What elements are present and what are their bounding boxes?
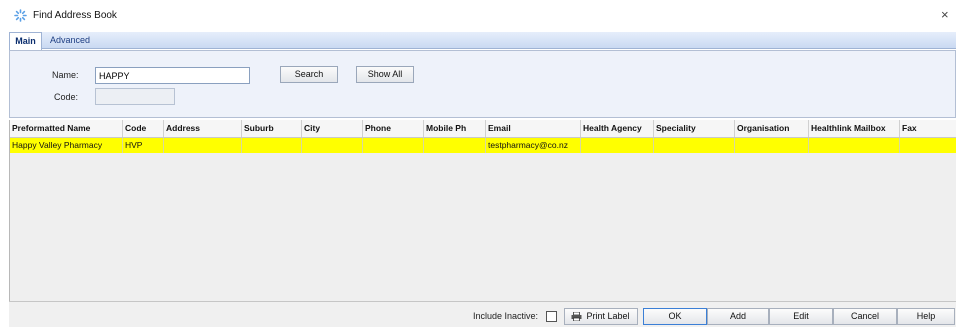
column-header[interactable]: Email [486, 120, 581, 137]
table-cell [900, 138, 956, 153]
tab-main[interactable]: Main [9, 32, 42, 50]
footer-bar: Include Inactive: Print Label OK Add Edi… [9, 301, 956, 327]
table-row[interactable]: Happy Valley Pharmacy HVP testpharmacy@c… [10, 138, 956, 153]
code-label: Code: [54, 92, 79, 102]
column-header[interactable]: Mobile Ph [424, 120, 486, 137]
show-all-button[interactable]: Show All [356, 66, 414, 83]
name-label: Name: [52, 70, 79, 80]
edit-button[interactable]: Edit [769, 308, 833, 325]
printer-icon [571, 312, 582, 321]
add-button[interactable]: Add [707, 308, 769, 325]
results-table: Preformatted Name Code Address Suburb Ci… [9, 120, 956, 301]
code-input[interactable] [95, 88, 175, 105]
close-icon[interactable]: × [941, 8, 949, 21]
window-title: Find Address Book [33, 10, 117, 21]
tab-advanced[interactable]: Advanced [50, 32, 90, 48]
table-cell [242, 138, 302, 153]
column-header[interactable]: Speciality [654, 120, 735, 137]
table-cell: testpharmacy@co.nz [486, 138, 581, 153]
table-cell [735, 138, 809, 153]
tab-bar: Main Advanced [9, 32, 956, 50]
spinner-icon [14, 9, 27, 22]
column-header[interactable]: Organisation [735, 120, 809, 137]
column-header[interactable]: Fax [900, 120, 956, 137]
table-cell: HVP [123, 138, 164, 153]
table-cell [424, 138, 486, 153]
column-header[interactable]: City [302, 120, 363, 137]
table-header: Preformatted Name Code Address Suburb Ci… [10, 120, 956, 138]
search-button[interactable]: Search [280, 66, 338, 83]
cancel-button[interactable]: Cancel [833, 308, 897, 325]
table-cell [363, 138, 424, 153]
name-input[interactable] [95, 67, 250, 84]
title-bar: Find Address Book × [0, 0, 956, 32]
column-header[interactable]: Phone [363, 120, 424, 137]
column-header[interactable]: Suburb [242, 120, 302, 137]
help-button[interactable]: Help [897, 308, 955, 325]
search-panel: Name: Code: Search Show All [9, 50, 956, 118]
column-header[interactable]: Healthlink Mailbox [809, 120, 900, 137]
column-header[interactable]: Health Agency [581, 120, 654, 137]
table-cell [654, 138, 735, 153]
ok-button[interactable]: OK [643, 308, 707, 325]
column-header[interactable]: Preformatted Name [10, 120, 123, 137]
table-cell [581, 138, 654, 153]
print-label-button[interactable]: Print Label [564, 308, 638, 325]
column-header[interactable]: Code [123, 120, 164, 137]
table-cell [809, 138, 900, 153]
include-inactive-label: Include Inactive: [473, 311, 539, 321]
include-inactive-checkbox[interactable] [546, 311, 557, 322]
column-header[interactable]: Address [164, 120, 242, 137]
table-cell [164, 138, 242, 153]
table-cell [302, 138, 363, 153]
table-cell: Happy Valley Pharmacy [10, 138, 123, 153]
